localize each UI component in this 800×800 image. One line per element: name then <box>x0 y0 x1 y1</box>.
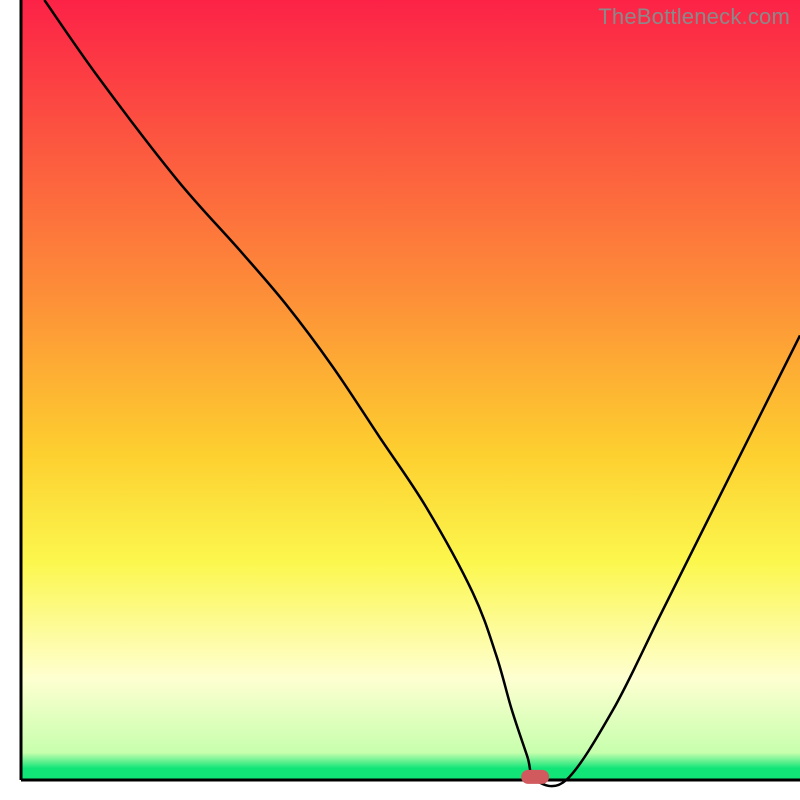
plot-background <box>21 0 800 780</box>
bottleneck-chart: TheBottleneck.com <box>0 0 800 800</box>
chart-svg <box>0 0 800 800</box>
optimal-marker <box>521 770 549 784</box>
watermark-text: TheBottleneck.com <box>598 4 790 30</box>
